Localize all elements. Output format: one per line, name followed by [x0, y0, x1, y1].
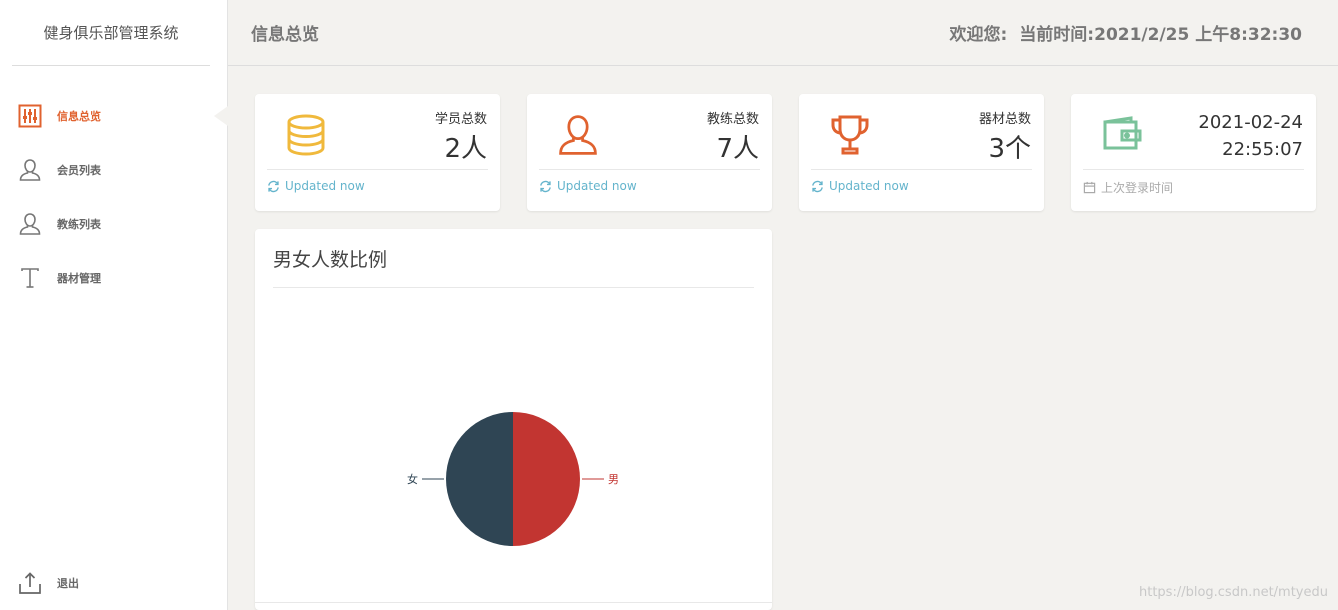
upload-icon [18, 571, 42, 595]
footer-text: Updated now [829, 179, 909, 193]
footer-text: 上次登录时间 [1101, 181, 1174, 195]
user-icon [18, 158, 42, 182]
pie-slice-female[interactable] [446, 412, 513, 546]
stat-card-last-login: 2021-02-24 22:55:07 上次登录时间 [1071, 94, 1316, 211]
refresh-icon [267, 180, 280, 193]
trophy-icon [827, 112, 873, 158]
sidebar-item-overview[interactable]: 信息总览 [0, 96, 227, 136]
header-status: 欢迎您: 当前时间:2021/2/25 上午8:32:30 [950, 20, 1303, 45]
sidebar-item-label: 器材管理 [57, 272, 101, 285]
stat-value: 3个 [988, 134, 1031, 164]
page-title: 信息总览 [251, 25, 319, 45]
welcome-text: 欢迎您: [949, 25, 1008, 45]
text-icon [18, 266, 42, 290]
sidebar-item-label: 教练列表 [57, 218, 101, 231]
logout-button[interactable]: 退出 [0, 563, 227, 603]
footer-text: Updated now [285, 179, 365, 193]
pie-slice-male[interactable] [513, 412, 580, 546]
refresh-icon [811, 180, 824, 193]
sliders-icon [18, 104, 42, 128]
header: 信息总览 欢迎您: 当前时间:2021/2/25 上午8:32:30 [228, 0, 1338, 66]
card-divider [811, 169, 1032, 170]
pie-label: 女 [407, 472, 418, 486]
sidebar-item-label: 会员列表 [57, 164, 101, 177]
calendar-icon [1083, 181, 1096, 194]
panel-bottom-divider [255, 602, 772, 603]
stat-card-coaches: 教练总数 7人 Updated now [527, 94, 772, 211]
wallet-icon [1099, 112, 1145, 158]
current-time: 当前时间:2021/2/25 上午8:32:30 [1019, 25, 1302, 45]
stat-card-equipment: 器材总数 3个 Updated now [799, 94, 1044, 211]
pie-chart: 男女 [407, 412, 619, 546]
gender-ratio-panel: 男女人数比例 男女 [255, 229, 772, 610]
card-footer: Updated now [539, 179, 637, 193]
footer-text: Updated now [557, 179, 637, 193]
stat-label: 器材总数 [978, 112, 1031, 127]
card-footer: Updated now [811, 179, 909, 193]
sidebar-item-label: 信息总览 [57, 110, 101, 123]
card-divider [1083, 169, 1304, 170]
pie-label: 男 [608, 473, 619, 486]
user-icon [18, 212, 42, 236]
stat-value: 7人 [716, 134, 759, 164]
card-footer: 上次登录时间 [1083, 179, 1173, 196]
refresh-icon [539, 180, 552, 193]
stat-card-students: 学员总数 2人 Updated now [255, 94, 500, 211]
stat-label: 学员总数 [434, 112, 487, 127]
last-login-date: 2021-02-24 [1198, 112, 1303, 133]
watermark: https://blog.csdn.net/mtyedu [1138, 585, 1328, 600]
last-login-datetime: 2021-02-24 22:55:07 [1198, 109, 1303, 163]
last-login-time: 22:55:07 [1222, 139, 1303, 160]
sidebar-item-members[interactable]: 会员列表 [0, 150, 227, 190]
card-footer: Updated now [267, 179, 365, 193]
user-icon [555, 112, 601, 158]
logout-label: 退出 [57, 577, 79, 590]
active-indicator [214, 106, 228, 126]
stat-label: 教练总数 [706, 112, 759, 127]
sidebar-item-equipment[interactable]: 器材管理 [0, 258, 227, 298]
brand-title: 健身俱乐部管理系统 [12, 0, 210, 66]
database-icon [283, 112, 329, 158]
sidebar-item-coaches[interactable]: 教练列表 [0, 204, 227, 244]
card-divider [539, 169, 760, 170]
card-divider [267, 169, 488, 170]
stat-value: 2人 [444, 134, 487, 164]
sidebar: 健身俱乐部管理系统 信息总览 会员列表 教练列表 器材管理 退出 [0, 0, 228, 610]
